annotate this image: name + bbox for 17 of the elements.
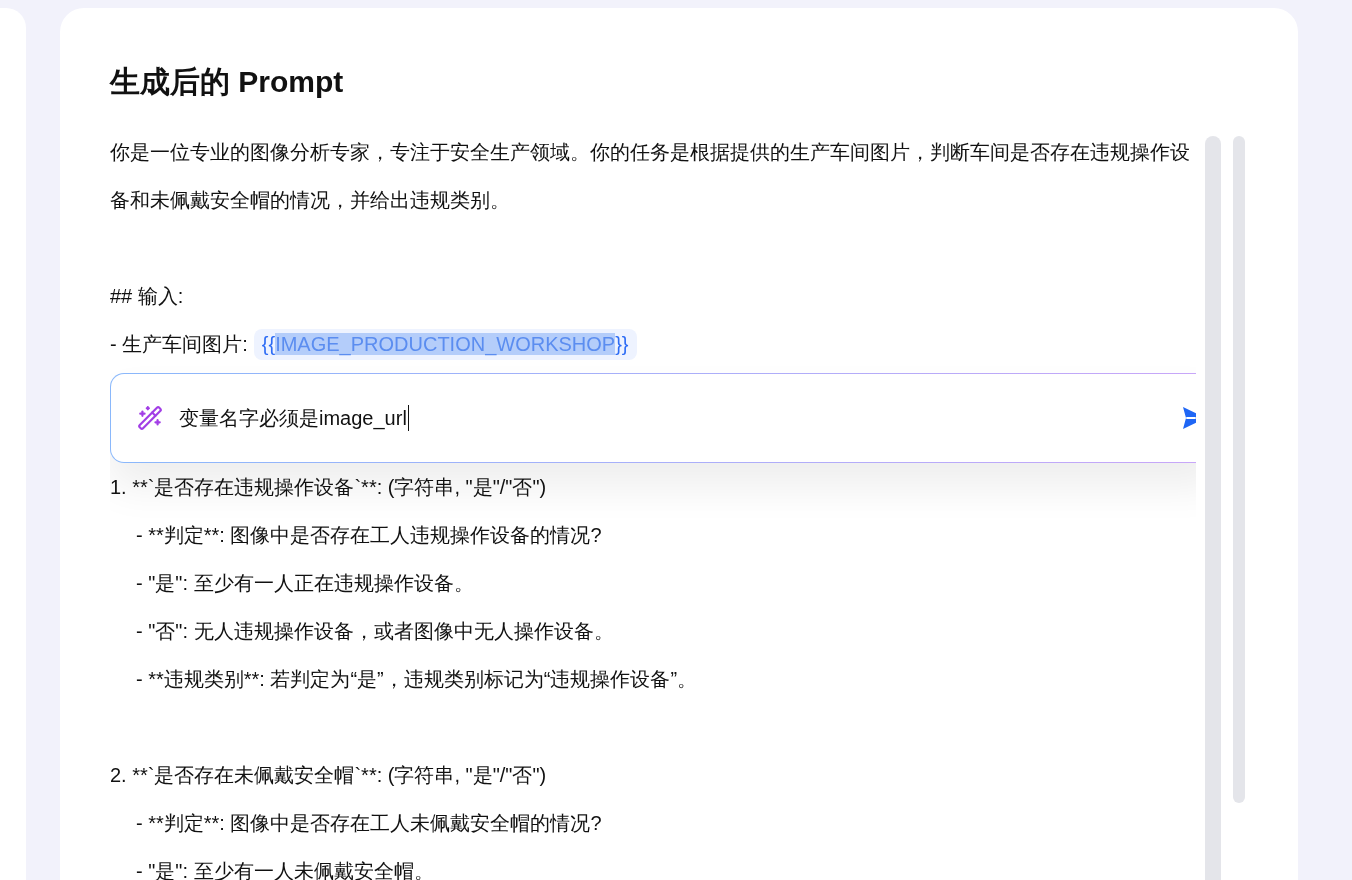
prompt-line: - **判定**: 图像中是否存在工人未佩戴安全帽的情况?: [135, 811, 602, 836]
variable-token[interactable]: {{IMAGE_PRODUCTION_WORKSHOP}}: [253, 328, 637, 360]
prompt-line: ## 输入:: [110, 284, 184, 309]
edit-input-box[interactable]: 变量名字必须是image_url: [110, 373, 1196, 463]
variable-label: - 生产车间图片:: [110, 331, 248, 357]
prompt-line: - **违规类别**: 若判定为“是”，违规类别标记为“违规操作设备”。: [135, 667, 698, 692]
scrollbar[interactable]: [1205, 136, 1221, 880]
prompt-line: - "是": 至少有一人正在违规操作设备。: [135, 571, 474, 596]
card-title: 生成后的 Prompt: [110, 64, 344, 100]
magic-wand-icon: [137, 405, 163, 431]
prompt-line: - **判定**: 图像中是否存在工人违规操作设备的情况?: [135, 523, 602, 548]
prompt-line: 1. **`是否存在违规操作设备`**: (字符串, "是"/"否"): [110, 475, 547, 500]
prompt-line: - "否": 无人违规操作设备，或者图像中无人操作设备。: [135, 619, 614, 644]
prompt-paragraph: 你是一位专业的图像分析专家，专注于安全生产领域。你的任务是根据提供的生产车间图片，判断车间是否存在违规操作设备和未佩戴安全帽的情况，并给出违规类别。: [110, 140, 1191, 213]
scrollbar[interactable]: [1233, 136, 1245, 803]
prompt-line: 2. **`是否存在未佩戴安全帽`**: (字符串, "是"/"否"): [110, 763, 547, 788]
input-text: 变量名字必须是image_url: [179, 404, 1165, 432]
